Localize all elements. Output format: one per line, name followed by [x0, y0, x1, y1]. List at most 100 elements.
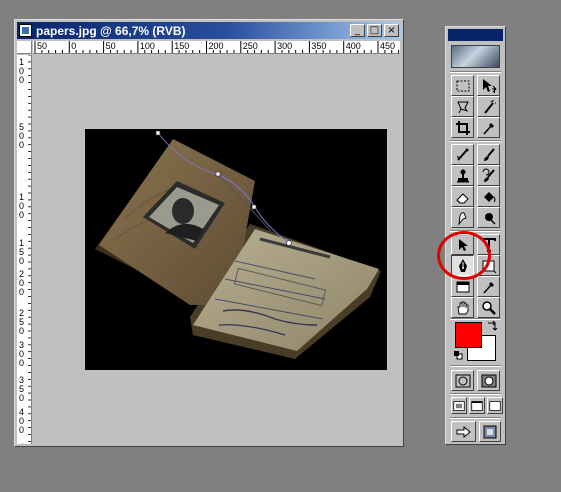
document-window: papers.jpg @ 66,7% (RVB) _ □ × 50 0 50 100 1… — [14, 19, 404, 447]
horizontal-ruler[interactable]: 50 0 50 100 150 200 250 300 350 400 450 — [33, 41, 400, 54]
ruler-tick-label: 350 — [311, 41, 326, 51]
ruler-tick-label: 0 — [19, 287, 24, 297]
ruler-tick-label: 0 — [19, 326, 24, 336]
smudge-icon — [457, 211, 467, 226]
paint-bucket-tool[interactable] — [477, 186, 500, 207]
pen-tool[interactable] — [451, 255, 474, 276]
full-screen-icon — [489, 400, 501, 411]
divider — [450, 140, 501, 142]
pen-icon — [458, 258, 467, 272]
airbrush-tool[interactable] — [451, 144, 474, 165]
ruler-tick-label: 0 — [71, 41, 76, 51]
tools-palette-titlebar[interactable] — [448, 29, 503, 41]
measure-eyedropper-tool[interactable] — [477, 276, 500, 297]
imageready-button[interactable] — [479, 421, 501, 442]
lasso-tool[interactable] — [451, 96, 474, 117]
eyedropper-icon — [482, 122, 494, 134]
ruler-tick-label: 50 — [106, 41, 116, 51]
burn-icon — [484, 212, 496, 225]
imageready-icon — [483, 425, 497, 438]
ruler-tick-label: 0 — [19, 210, 24, 220]
screen-modes — [451, 397, 503, 414]
eraser-tool[interactable] — [451, 186, 474, 207]
image-canvas[interactable] — [33, 55, 400, 444]
ruler-tick-label: 150 — [174, 41, 189, 51]
history-brush-tool[interactable] — [477, 165, 500, 186]
jump-to-icon — [456, 425, 471, 438]
document-icon — [19, 24, 32, 37]
eraser-icon — [455, 192, 469, 203]
minimize-button[interactable]: _ — [350, 24, 365, 37]
divider — [450, 417, 501, 419]
eyedropper-icon — [482, 281, 494, 293]
eyedropper-tool[interactable] — [477, 117, 500, 138]
papers-photo — [95, 139, 381, 359]
ruler-tick-label: 250 — [243, 41, 258, 51]
tools-palette — [445, 26, 506, 445]
document-title: papers.jpg @ 66,7% (RVB) — [36, 23, 186, 38]
standard-mode-button[interactable] — [451, 370, 474, 391]
ruler-tick-label: 0 — [19, 75, 24, 85]
ruler-tick-label: 0 — [19, 393, 24, 403]
history-brush-icon — [482, 168, 495, 182]
shape-tool[interactable] — [477, 255, 500, 276]
vertical-ruler[interactable]: 10050010015020025030035040045 — [17, 55, 32, 444]
ruler-tick-label: 0 — [19, 140, 24, 150]
full-screen-mode-button[interactable] — [487, 397, 503, 414]
ruler-origin[interactable] — [17, 41, 32, 54]
path-selection-tool[interactable] — [451, 234, 474, 255]
quick-mask-icon — [481, 374, 496, 387]
standard-mode-icon — [455, 374, 470, 387]
dashed-rect-icon — [456, 80, 469, 91]
ruler-tick-label: 0 — [19, 358, 24, 368]
rectangle-icon — [482, 260, 496, 273]
stamp-tool[interactable] — [451, 165, 474, 186]
paintbrush-tool[interactable] — [477, 144, 500, 165]
airbrush-icon — [456, 148, 468, 161]
standard-screen-mode-button[interactable] — [451, 397, 467, 414]
full-screen-menu-icon — [471, 400, 483, 411]
app-logo[interactable] — [451, 45, 500, 68]
ruler-tick-label: 4 — [19, 442, 24, 444]
default-colors-icon[interactable] — [453, 350, 463, 360]
smudge-tool[interactable] — [451, 207, 474, 228]
swap-colors-icon[interactable] — [486, 320, 498, 332]
jump-to-imageready-button[interactable] — [451, 421, 476, 442]
ruler-tick-label: 400 — [346, 41, 361, 51]
ruler-tick-label: 0 — [19, 425, 24, 435]
maximize-button[interactable]: □ — [367, 24, 382, 37]
ruler-tick-label: 200 — [209, 41, 224, 51]
arrow-icon — [458, 238, 468, 251]
burn-tool[interactable] — [477, 207, 500, 228]
document-titlebar[interactable]: papers.jpg @ 66,7% (RVB) _ □ × — [17, 22, 401, 39]
foreground-color-swatch[interactable] — [455, 322, 482, 348]
notes-tool[interactable] — [451, 276, 474, 297]
marquee-tool[interactable] — [451, 75, 474, 96]
hand-tool[interactable] — [451, 297, 474, 318]
full-screen-menu-mode-button[interactable] — [469, 397, 485, 414]
ruler-tick-label: 50 — [37, 41, 47, 51]
move-tool[interactable] — [477, 75, 500, 96]
magic-wand-icon — [483, 99, 496, 114]
divider — [450, 71, 501, 73]
divider — [450, 365, 501, 367]
move-icon — [482, 78, 497, 93]
ruler-tick-label: 100 — [140, 41, 155, 51]
type-tool[interactable] — [477, 234, 500, 255]
quick-mask-button[interactable] — [477, 370, 500, 391]
ruler-tick-label: 0 — [19, 256, 24, 266]
magnifier-icon — [481, 300, 496, 315]
crop-tool[interactable] — [451, 117, 474, 138]
divider — [450, 230, 501, 232]
horizontal-ruler-scale: 50 0 50 100 150 200 250 300 350 400 450 — [34, 41, 400, 53]
crop-icon — [455, 120, 470, 135]
magic-wand-tool[interactable] — [477, 96, 500, 117]
ruler-tick-label: 300 — [277, 41, 292, 51]
paintbrush-icon — [483, 147, 495, 161]
close-button[interactable]: × — [384, 24, 399, 37]
standard-screen-icon — [453, 400, 465, 411]
zoom-tool[interactable] — [477, 297, 500, 318]
paint-bucket-icon — [483, 191, 495, 202]
stamp-icon — [456, 169, 469, 182]
document-image[interactable] — [85, 129, 387, 370]
